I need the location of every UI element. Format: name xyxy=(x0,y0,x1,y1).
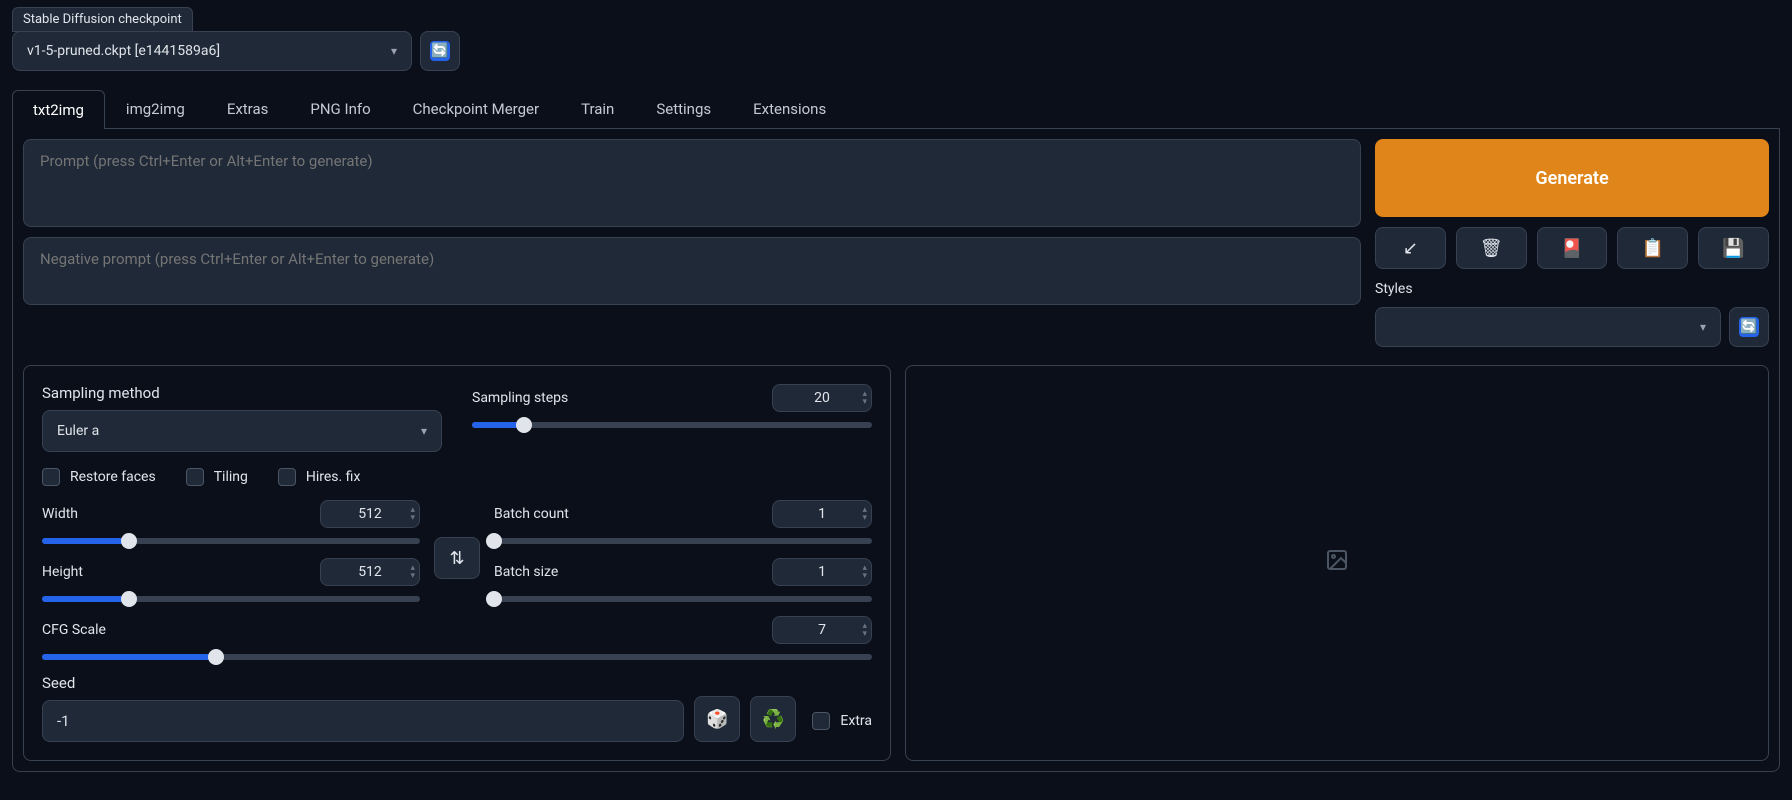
save-style-button[interactable]: 💾 xyxy=(1698,227,1769,269)
cfg-scale-slider[interactable] xyxy=(42,654,872,660)
apply-style-button[interactable]: 📋 xyxy=(1617,227,1688,269)
seed-extra-checkbox[interactable]: Extra xyxy=(812,712,872,730)
sampling-method-dropdown[interactable]: Euler a ▾ xyxy=(42,410,442,452)
checkbox-icon xyxy=(812,712,830,730)
batch-count-slider[interactable] xyxy=(494,538,872,544)
tab-img2img[interactable]: img2img xyxy=(105,89,206,128)
tab-checkpoint-merger[interactable]: Checkpoint Merger xyxy=(392,89,560,128)
restore-faces-checkbox[interactable]: Restore faces xyxy=(42,468,156,486)
trash-icon: 🗑 xyxy=(1480,238,1503,259)
checkbox-icon xyxy=(186,468,204,486)
cfg-scale-label: CFG Scale xyxy=(42,622,106,638)
clear-prompt-button[interactable]: 🗑 xyxy=(1456,227,1527,269)
sampling-method-value: Euler a xyxy=(57,423,99,439)
batch-count-input[interactable]: 1 ▴▾ xyxy=(772,500,872,528)
dice-icon: 🎲 xyxy=(706,709,728,730)
spinner-icon: ▴▾ xyxy=(862,506,867,522)
refresh-icon: 🔄 xyxy=(430,41,450,61)
styles-dropdown[interactable]: ▾ xyxy=(1375,307,1721,347)
sampling-steps-label: Sampling steps xyxy=(472,390,568,406)
checkpoint-dropdown[interactable]: v1-5-pruned.ckpt [e1441589a6] ▾ xyxy=(12,31,412,71)
height-slider[interactable] xyxy=(42,596,420,602)
tab-extras[interactable]: Extras xyxy=(206,89,290,128)
refresh-icon: 🔄 xyxy=(1739,317,1759,337)
image-placeholder-icon xyxy=(1325,548,1349,578)
checkbox-icon xyxy=(42,468,60,486)
hires-fix-checkbox[interactable]: Hires. fix xyxy=(278,468,361,486)
sampling-method-label: Sampling method xyxy=(42,384,442,402)
tab-train[interactable]: Train xyxy=(560,89,635,128)
spinner-icon: ▴▾ xyxy=(862,564,867,580)
reuse-seed-button[interactable]: ♻️ xyxy=(750,696,796,742)
arrow-icon: ↙ xyxy=(1403,238,1418,259)
settings-panel: Sampling method Euler a ▾ Sampling steps… xyxy=(23,365,891,761)
tab-extensions[interactable]: Extensions xyxy=(732,89,847,128)
tiling-checkbox[interactable]: Tiling xyxy=(186,468,248,486)
prompt-input[interactable] xyxy=(23,139,1361,227)
seed-label: Seed xyxy=(42,674,684,692)
batch-count-label: Batch count xyxy=(494,506,569,522)
main-tabs: txt2img img2img Extras PNG Info Checkpoi… xyxy=(12,89,1780,129)
tab-settings[interactable]: Settings xyxy=(635,89,732,128)
checkpoint-label: Stable Diffusion checkpoint xyxy=(12,7,193,32)
save-icon: 💾 xyxy=(1722,238,1744,259)
refresh-styles-button[interactable]: 🔄 xyxy=(1729,307,1769,347)
art-icon: 🎴 xyxy=(1561,238,1583,259)
chevron-down-icon: ▾ xyxy=(391,44,397,58)
batch-size-input[interactable]: 1 ▴▾ xyxy=(772,558,872,586)
spinner-icon: ▴▾ xyxy=(410,564,415,580)
sampling-steps-input[interactable]: 20 ▴▾ xyxy=(772,384,872,412)
read-params-button[interactable]: ↙ xyxy=(1375,227,1446,269)
height-input[interactable]: 512 ▴▾ xyxy=(320,558,420,586)
batch-size-slider[interactable] xyxy=(494,596,872,602)
spinner-icon: ▴▾ xyxy=(410,506,415,522)
batch-size-label: Batch size xyxy=(494,564,558,580)
refresh-checkpoint-button[interactable]: 🔄 xyxy=(420,31,460,71)
height-label: Height xyxy=(42,564,83,580)
recycle-icon: ♻️ xyxy=(762,709,784,730)
cfg-scale-input[interactable]: 7 ▴▾ xyxy=(772,616,872,644)
tab-txt2img[interactable]: txt2img xyxy=(12,90,105,129)
chevron-down-icon: ▾ xyxy=(1700,320,1706,334)
swap-dimensions-button[interactable]: ⇅ xyxy=(434,537,480,579)
seed-input[interactable] xyxy=(42,700,684,742)
clipboard-icon: 📋 xyxy=(1642,238,1664,259)
sampling-steps-slider[interactable] xyxy=(472,422,872,428)
width-slider[interactable] xyxy=(42,538,420,544)
output-panel xyxy=(905,365,1769,761)
styles-label: Styles xyxy=(1375,281,1769,297)
spinner-icon: ▴▾ xyxy=(862,622,867,638)
width-label: Width xyxy=(42,506,78,522)
chevron-down-icon: ▾ xyxy=(421,424,427,438)
checkbox-icon xyxy=(278,468,296,486)
negative-prompt-input[interactable] xyxy=(23,237,1361,305)
checkpoint-value: v1-5-pruned.ckpt [e1441589a6] xyxy=(27,43,220,59)
width-input[interactable]: 512 ▴▾ xyxy=(320,500,420,528)
random-seed-button[interactable]: 🎲 xyxy=(694,696,740,742)
generate-button[interactable]: Generate xyxy=(1375,139,1769,217)
tab-png-info[interactable]: PNG Info xyxy=(289,89,391,128)
spinner-icon: ▴▾ xyxy=(862,390,867,406)
show-extra-button[interactable]: 🎴 xyxy=(1537,227,1608,269)
swap-icon: ⇅ xyxy=(449,548,464,569)
